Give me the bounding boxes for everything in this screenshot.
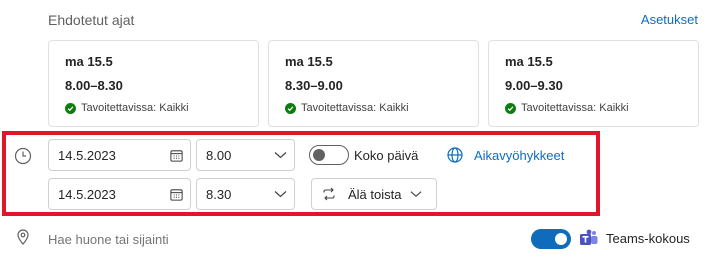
- end-date-value: 14.5.2023: [58, 186, 116, 202]
- calendar-icon[interactable]: [162, 148, 190, 163]
- all-day-toggle[interactable]: [309, 145, 349, 165]
- location-pin-icon: [14, 228, 32, 251]
- slot-day: ma 15.5: [65, 54, 113, 69]
- suggested-times-title: Ehdotetut ajat: [48, 12, 135, 28]
- slot-availability: Tavoitettavissa: Kaikki: [505, 102, 629, 114]
- chevron-down-icon: [266, 151, 294, 159]
- chevron-down-icon: [410, 190, 422, 198]
- slot-availability: Tavoitettavissa: Kaikki: [285, 102, 409, 114]
- globe-icon[interactable]: [446, 146, 464, 169]
- clock-icon: [14, 147, 32, 170]
- availability-text: Tavoitettavissa: Kaikki: [301, 102, 409, 114]
- slot-availability: Tavoitettavissa: Kaikki: [65, 102, 189, 114]
- start-date-value: 14.5.2023: [58, 147, 116, 163]
- location-search-input[interactable]: [48, 229, 508, 249]
- teams-meeting-toggle[interactable]: [531, 229, 571, 249]
- end-time-dropdown[interactable]: 8.30: [196, 178, 295, 210]
- start-time-value: 8.00: [206, 147, 232, 163]
- suggested-slot-3[interactable]: ma 15.5 9.00–9.30 Tavoitettavissa: Kaikk…: [488, 40, 699, 127]
- suggested-slot-1[interactable]: ma 15.5 8.00–8.30 Tavoitettavissa: Kaikk…: [48, 40, 259, 127]
- chevron-down-icon: [266, 190, 294, 198]
- calendar-icon[interactable]: [162, 187, 190, 202]
- teams-icon: [579, 228, 599, 253]
- slot-day: ma 15.5: [285, 54, 333, 69]
- availability-text: Tavoitettavissa: Kaikki: [521, 102, 629, 114]
- repeat-label: Älä toista: [348, 186, 402, 202]
- slot-time: 9.00–9.30: [505, 78, 563, 93]
- repeat-icon: [321, 186, 337, 202]
- start-time-dropdown[interactable]: 8.00: [196, 139, 295, 171]
- suggested-slot-2[interactable]: ma 15.5 8.30–9.00 Tavoitettavissa: Kaikk…: [268, 40, 479, 127]
- teams-meeting-label: Teams-kokous: [606, 231, 690, 246]
- check-circle-icon: [285, 102, 296, 114]
- end-time-value: 8.30: [206, 186, 232, 202]
- repeat-dropdown[interactable]: Älä toista: [311, 178, 437, 210]
- slot-day: ma 15.5: [505, 54, 553, 69]
- settings-link[interactable]: Asetukset: [641, 12, 698, 27]
- check-circle-icon: [65, 102, 76, 114]
- slot-time: 8.00–8.30: [65, 78, 123, 93]
- start-date-field[interactable]: 14.5.2023: [48, 139, 191, 171]
- availability-text: Tavoitettavissa: Kaikki: [81, 102, 189, 114]
- all-day-label: Koko päivä: [354, 148, 419, 163]
- check-circle-icon: [505, 102, 516, 114]
- slot-time: 8.30–9.00: [285, 78, 343, 93]
- timezones-link[interactable]: Aikavyöhykkeet: [474, 148, 564, 163]
- end-date-field[interactable]: 14.5.2023: [48, 178, 191, 210]
